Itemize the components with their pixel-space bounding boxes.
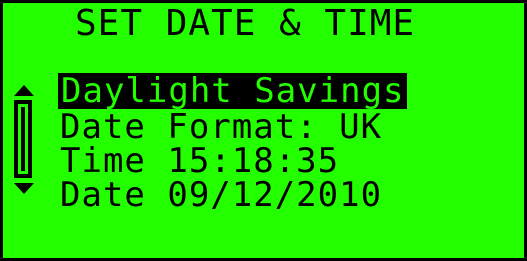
scroll-up-arrow-icon[interactable] xyxy=(14,85,34,96)
scroll-thumb[interactable] xyxy=(21,107,25,171)
menu-item-daylight-savings[interactable]: Daylight Savings xyxy=(58,73,407,109)
scroll-track[interactable] xyxy=(14,100,32,178)
menu-scrollbar[interactable] xyxy=(12,85,38,197)
menu-item-time[interactable]: Time 15:18:35 xyxy=(60,143,339,179)
scroll-down-arrow-icon[interactable] xyxy=(14,183,34,194)
lcd-screen: SET DATE & TIME Daylight Savings Date Fo… xyxy=(0,0,527,261)
screen-title: SET DATE & TIME xyxy=(75,3,416,44)
menu-item-date-format[interactable]: Date Format: UK xyxy=(60,109,382,145)
menu-item-date[interactable]: Date 09/12/2010 xyxy=(60,177,382,213)
